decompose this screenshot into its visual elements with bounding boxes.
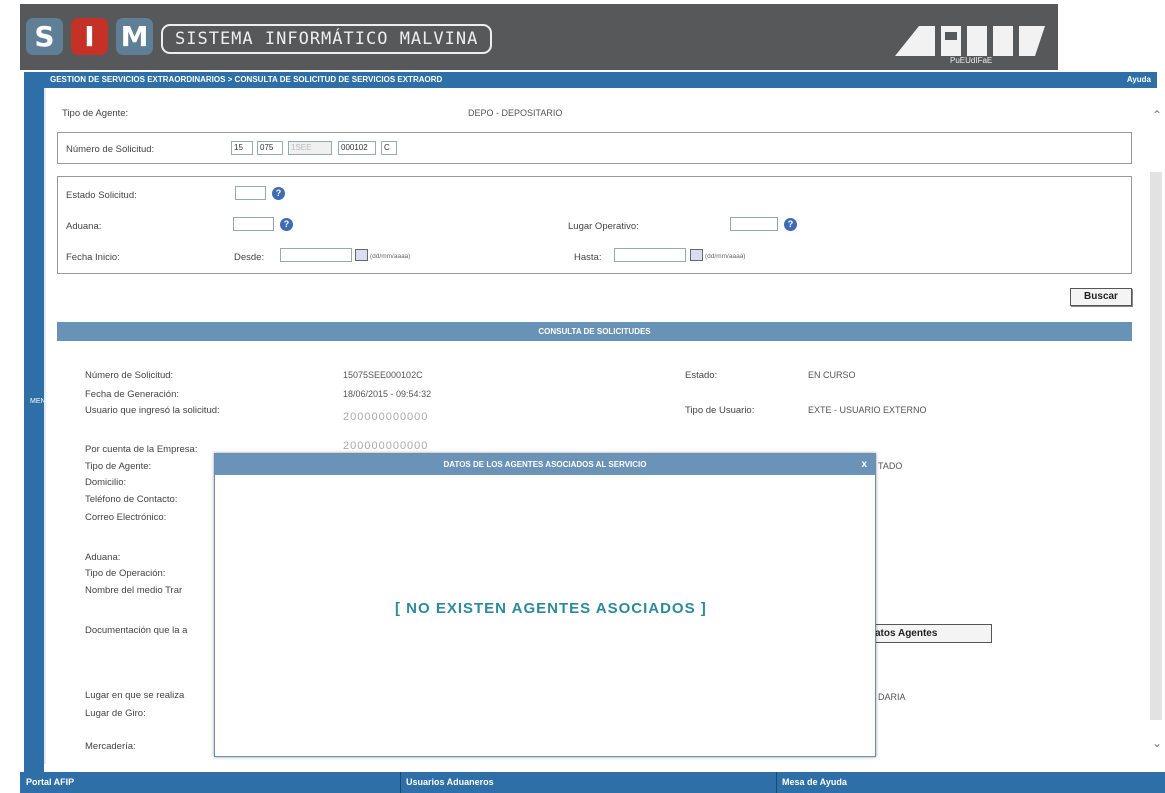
date-format-hint: (dd/mm/aaaa) — [370, 253, 411, 260]
side-menu-bar[interactable]: MENU — [24, 72, 51, 772]
tipo-agente-label: Tipo de Agente: — [62, 108, 129, 119]
tipo-usuario-value: EXTE - USUARIO EXTERNO — [808, 405, 927, 415]
logo-i: I — [71, 18, 108, 55]
documentacion-label: Documentación que la a — [85, 625, 188, 636]
empresa-value: 200000000000 — [343, 440, 429, 452]
breadcrumb: GESTION DE SERVICIOS EXTRAORDINARIOS > C… — [50, 75, 443, 84]
help-icon[interactable]: ? — [272, 187, 285, 200]
help-icon[interactable]: ? — [784, 218, 797, 231]
system-name: SISTEMA INFORMÁTICO MALVINA — [161, 24, 493, 54]
calendar-icon[interactable] — [690, 249, 703, 261]
modal-title: DATOS DE LOS AGENTES ASOCIADOS AL SERVIC… — [443, 460, 647, 469]
logo-s: S — [26, 18, 63, 55]
lugar-realiza-value: DARIA — [878, 692, 906, 702]
correo-label: Correo Electrónico: — [85, 512, 167, 523]
hasta-date-input[interactable] — [614, 248, 686, 262]
footer-portal-link[interactable]: Portal AFIP — [26, 772, 74, 793]
aduana-input[interactable] — [233, 217, 274, 231]
estado-solicitud-input[interactable] — [235, 186, 266, 200]
afip-logo — [895, 26, 1045, 56]
tipo-agente-value: DEPO - DEPOSITARIO — [468, 108, 563, 118]
datos-agentes-button[interactable]: atos Agentes — [860, 624, 992, 643]
content-left-border — [44, 88, 46, 764]
side-menu-label: MENU — [30, 398, 51, 405]
aduana-detail-label: Aduana: — [85, 552, 121, 563]
lugar-operativo-label: Lugar Operativo: — [568, 221, 639, 232]
fecha-generacion-label: Fecha de Generación: — [85, 389, 180, 400]
usuario-ingreso-value: 200000000000 — [343, 411, 429, 423]
footer-usuarios-link[interactable]: Usuarios Aduaneros — [406, 772, 494, 793]
numero-part-3[interactable]: 1SEE — [288, 141, 332, 155]
estado-solicitud-label: Estado Solicitud: — [66, 190, 137, 201]
aduana-label: Aduana: — [66, 221, 102, 232]
fecha-inicio-label: Fecha Inicio: — [66, 252, 120, 263]
domicilio-label: Domicilio: — [85, 477, 127, 488]
numero-part-2[interactable]: 075 — [257, 141, 283, 155]
vertical-scrollbar[interactable] — [1146, 94, 1165, 762]
scroll-thumb[interactable] — [1150, 172, 1162, 720]
numero-part-1[interactable]: 15 — [231, 141, 253, 155]
lugar-operativo-input[interactable] — [730, 217, 778, 231]
estado-label: Estado: — [685, 370, 718, 381]
close-icon[interactable]: x — [861, 454, 867, 475]
tipo-usuario-label: Tipo de Usuario: — [685, 405, 755, 416]
numero-solicitud-panel — [57, 132, 1132, 164]
footer-bar: Portal AFIP Usuarios Aduaneros Mesa de A… — [20, 772, 1165, 793]
scroll-down-icon[interactable]: ⌄ — [1152, 736, 1162, 750]
breadcrumb-bar: GESTION DE SERVICIOS EXTRAORDINARIOS > C… — [44, 72, 1157, 88]
fecha-generacion-value: 18/06/2015 - 09:54:32 — [343, 389, 432, 399]
app-header: S I M SISTEMA INFORMÁTICO MALVINA PuEUdI… — [20, 4, 1153, 70]
calendar-icon[interactable] — [355, 249, 368, 261]
numero-solicitud-detail-value: 15075SEE000102C — [343, 370, 423, 380]
usuario-ingreso-label: Usuario que ingresó la solicitud: — [85, 405, 220, 416]
help-link[interactable]: Ayuda — [1127, 72, 1151, 88]
numero-part-4[interactable]: 000102 — [338, 141, 376, 155]
tipo-operacion-label: Tipo de Operación: — [85, 568, 166, 579]
no-agents-message: [ NO EXISTEN AGENTES ASOCIADOS ] — [395, 600, 707, 617]
numero-solicitud-label: Número de Solicitud: — [66, 144, 155, 155]
tipo-agente-detail-label: Tipo de Agente: — [85, 461, 152, 472]
tipo-agente-detail-value: TADO — [878, 461, 903, 471]
desde-label: Desde: — [234, 252, 265, 263]
header-right-panel — [1058, 4, 1153, 70]
mercaderia-label: Mercadería: — [85, 741, 136, 752]
footer-mesa-link[interactable]: Mesa de Ayuda — [782, 772, 847, 793]
footer-divider — [400, 772, 401, 793]
hasta-label: Hasta: — [574, 252, 602, 263]
numero-solicitud-detail-label: Número de Solicitud: — [85, 370, 174, 381]
consulta-solicitudes-header: CONSULTA DE SOLICITUDES — [57, 322, 1132, 341]
help-icon[interactable]: ? — [280, 218, 293, 231]
agentes-modal: DATOS DE LOS AGENTES ASOCIADOS AL SERVIC… — [214, 453, 876, 757]
modal-header: DATOS DE LOS AGENTES ASOCIADOS AL SERVIC… — [215, 454, 875, 475]
lugar-realiza-label: Lugar en que se realiza — [85, 690, 185, 701]
desde-date-input[interactable] — [280, 248, 352, 262]
scroll-up-icon[interactable]: ⌃ — [1152, 108, 1162, 122]
medio-transporte-label: Nombre del medio Trar — [85, 585, 183, 596]
footer-divider — [776, 772, 777, 793]
date-format-hint: (dd/mm/aaaa) — [705, 253, 746, 260]
page: S I M SISTEMA INFORMÁTICO MALVINA PuEUdI… — [0, 0, 1165, 793]
buscar-button[interactable]: Buscar — [1070, 288, 1132, 306]
logo-m: M — [116, 18, 153, 55]
estado-value: EN CURSO — [808, 370, 856, 380]
telefono-label: Teléfono de Contacto: — [85, 494, 178, 505]
lugar-giro-label: Lugar de Giro: — [85, 708, 146, 719]
afip-subtitle: PuEUdIFaE — [950, 56, 993, 65]
numero-part-5[interactable]: C — [381, 141, 397, 155]
empresa-label: Por cuenta de la Empresa: — [85, 444, 198, 455]
